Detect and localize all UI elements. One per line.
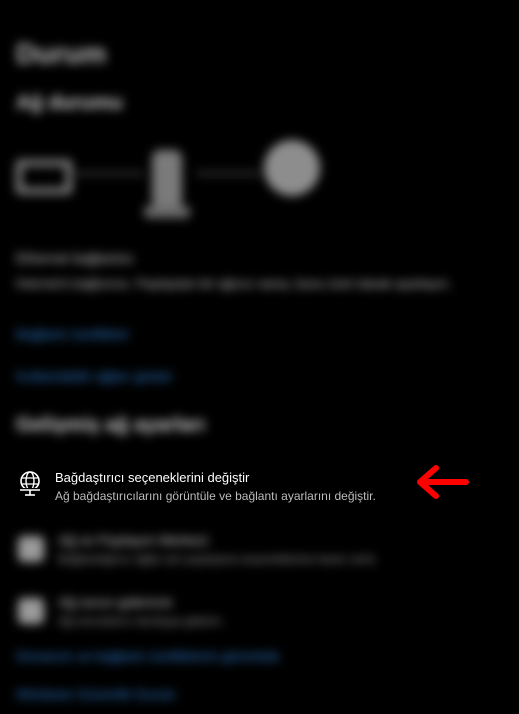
firewall-link[interactable]: Windows Güvenlik Duvarı (16, 686, 176, 702)
hardware-properties-link[interactable]: Donanım ve bağlantı özelliklerini görünt… (16, 648, 280, 664)
connection-line (78, 172, 142, 175)
router-icon (152, 150, 182, 208)
router-base-shape (144, 206, 190, 218)
network-diagram (14, 140, 334, 230)
blurred-background: Durum Ağ durumu Ethernet bağlantısı İnte… (0, 0, 519, 714)
network-status-page: Durum Ağ durumu Ethernet bağlantısı İnte… (0, 0, 519, 714)
adapter-option-description: Ağ bağdaştırıcılarını görüntüle ve bağla… (55, 489, 376, 503)
red-left-arrow-icon (410, 462, 470, 502)
globe-icon (264, 140, 320, 196)
option-title: Ağ sorun gidericisi (58, 594, 173, 610)
adapter-option-title: Bağdaştırıcı seçeneklerini değiştir (55, 470, 250, 485)
connection-status-detail: İnternet'e bağlısınız. Paylaşılan bir ağ… (16, 276, 452, 291)
sharing-center-option[interactable]: Ağ ve Paylaşım Merkezi Bağlandığınız ağl… (16, 532, 396, 582)
network-status-heading: Ağ durumu (16, 92, 123, 114)
connection-status: Ethernet bağlantısı (16, 250, 134, 266)
troubleshooter-option[interactable]: Ağ sorun gidericisi Ağ sorunlarını tanıl… (16, 594, 396, 644)
connection-line (198, 172, 258, 175)
show-networks-link[interactable]: Kullanılabilir ağları göster (16, 368, 173, 384)
network-adapter-icon (18, 470, 44, 498)
advanced-settings-heading: Gelişmiş ağ ayarları (16, 414, 206, 436)
computer-icon (16, 160, 72, 194)
option-title: Ağ ve Paylaşım Merkezi (58, 532, 209, 548)
connection-properties-link[interactable]: Bağlantı özellikleri (16, 326, 129, 342)
option-description: Ağ sorunlarını tanılayıp giderin. (58, 614, 225, 628)
troubleshooter-icon (18, 598, 44, 624)
change-adapter-options[interactable]: Bağdaştırıcı seçeneklerini değiştir Ağ b… (14, 464, 414, 512)
sharing-center-icon (18, 536, 44, 562)
page-title: Durum (16, 38, 107, 69)
option-description: Bağlandığınız ağlar için paylaşma seçene… (58, 552, 379, 566)
